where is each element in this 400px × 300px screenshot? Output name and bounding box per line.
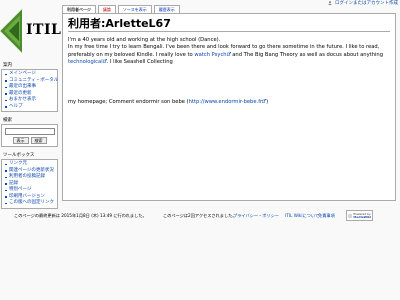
navigation-portlet: 案内 メインページ コミュニティ・ポータル 最近の出来事 最近の更新 おまかせ表… bbox=[0, 62, 58, 112]
bio-text-c: . I like Seashell Collecting bbox=[106, 59, 173, 66]
page-title: 利用者:ArletteL67 bbox=[68, 17, 390, 32]
logo-text: ITIL bbox=[26, 22, 62, 38]
technological-link[interactable]: technological bbox=[68, 59, 107, 65]
footer-privacy-link[interactable]: プライバシー・ポリシー bbox=[233, 213, 279, 219]
content-area: 利用者:ArletteL67 I'm a 40 years old and wo… bbox=[62, 13, 396, 201]
toolbox-title: ツールボックス bbox=[3, 153, 35, 158]
homepage-text-b: ) bbox=[266, 98, 269, 105]
powered-by-mediawiki-badge[interactable]: Powered by MediaWiki bbox=[346, 210, 373, 221]
search-input[interactable] bbox=[5, 128, 55, 135]
footer-disclaimer-link[interactable]: 免責事項 bbox=[318, 213, 335, 219]
footer-about-link[interactable]: ITIL Wikiについて bbox=[285, 213, 319, 219]
bio-text-b: and The Big Bang Theory as well as docus… bbox=[230, 51, 384, 58]
wiki-page: ログインまたはアカウント作成 ITIL 利用者ページ 議論 ソースを表示 履歴表… bbox=[0, 0, 400, 300]
watch-psych-link[interactable]: watch Psych bbox=[194, 51, 231, 58]
watch-psych-link-text: watch Psych bbox=[194, 51, 227, 58]
footer: このページの最終更新は 2015年1月8日 (木) 13:49 に行われました。… bbox=[0, 208, 400, 224]
sidebar: 案内 メインページ コミュニティ・ポータル 最近の出来事 最近の更新 おまかせ表… bbox=[0, 62, 58, 214]
site-logo[interactable]: ITIL bbox=[0, 6, 62, 58]
footer-view-count: このページは2回アクセスされました。 bbox=[163, 213, 237, 218]
powered-by-text: Powered by MediaWiki bbox=[353, 212, 371, 219]
nav-item-help[interactable]: ヘルプ bbox=[4, 104, 55, 111]
mediawiki-label: MediaWiki bbox=[353, 214, 371, 219]
search-body: 表示 検索 bbox=[1, 124, 58, 147]
search-go-button[interactable]: 表示 bbox=[12, 137, 29, 144]
toolbox-body: リンク元 関連ページの更新状況 利用者の投稿記録 記録 特別ページ 印刷用バージ… bbox=[1, 159, 58, 209]
homepage-link[interactable]: http://www.endormir-bebe.fr bbox=[189, 99, 267, 105]
login-link[interactable]: ログインまたはアカウント作成 bbox=[335, 0, 398, 6]
navigation-title: 案内 bbox=[3, 63, 12, 68]
homepage-paragraph: my homepage; Comment endormir son bebe (… bbox=[68, 99, 390, 106]
search-button[interactable]: 検索 bbox=[30, 137, 47, 144]
tool-permanent-link[interactable]: この版への固定リンク bbox=[4, 200, 55, 207]
mediawiki-flower-icon bbox=[348, 213, 353, 218]
toolbox-portlet: ツールボックス リンク元 関連ページの更新状況 利用者の投稿記録 記録 特別ペー… bbox=[0, 152, 58, 209]
technological-link-text: technological bbox=[68, 59, 103, 66]
homepage-text-a: my homepage; Comment endormir son bebe ( bbox=[68, 98, 189, 105]
search-portlet: 検索 表示 検索 bbox=[0, 117, 58, 147]
navigation-body: メインページ コミュニティ・ポータル 最近の出来事 最近の更新 おまかせ表示 ヘ… bbox=[1, 69, 58, 112]
search-title: 検索 bbox=[3, 118, 12, 123]
bio-line-1: I'm a 40 years old and working at the hi… bbox=[68, 37, 221, 43]
personal-tools: ログインまたはアカウント作成 bbox=[328, 0, 398, 6]
bio-paragraph: I'm a 40 years old and working at the hi… bbox=[68, 37, 390, 67]
user-icon bbox=[328, 1, 332, 5]
homepage-link-text: http://www.endormir-bebe.fr bbox=[188, 98, 263, 105]
footer-last-modified: このページの最終更新は 2015年1月8日 (木) 13:49 に行われました。 bbox=[14, 213, 147, 218]
